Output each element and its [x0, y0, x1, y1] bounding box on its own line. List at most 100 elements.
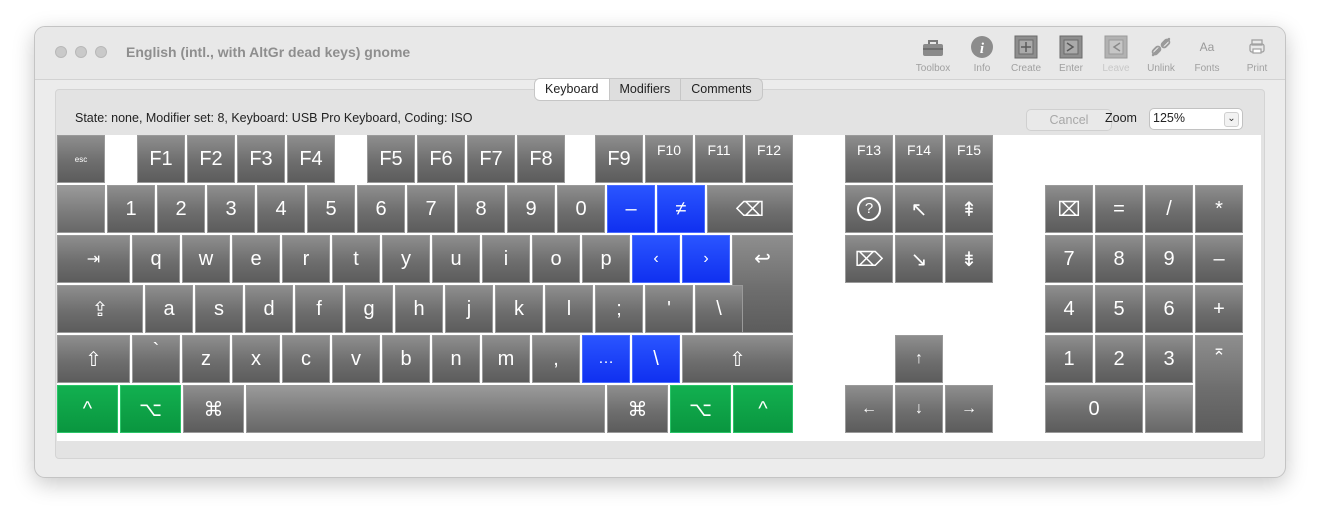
key-right-arrow[interactable]: → — [945, 385, 993, 433]
key-keypad-8[interactable]: 8 — [1095, 235, 1143, 283]
key-f6[interactable]: F6 — [417, 135, 465, 183]
key-f1[interactable]: F1 — [137, 135, 185, 183]
key-keypad-divide[interactable]: / — [1145, 185, 1193, 233]
key-down-arrow[interactable]: ↓ — [895, 385, 943, 433]
key-iso-section[interactable]: ` — [132, 335, 180, 383]
key-k[interactable]: k — [495, 285, 543, 333]
key-keypad-5[interactable]: 5 — [1095, 285, 1143, 333]
key-z[interactable]: z — [182, 335, 230, 383]
key-s[interactable]: s — [195, 285, 243, 333]
key-clear[interactable]: ⌧ — [1045, 185, 1093, 233]
key-keypad-4[interactable]: 4 — [1045, 285, 1093, 333]
key-f14[interactable]: F14 — [895, 135, 943, 183]
key-w[interactable]: w — [182, 235, 230, 283]
key-right-command[interactable]: ⌘ — [607, 385, 668, 433]
key-f[interactable]: f — [295, 285, 343, 333]
tab-comments[interactable]: Comments — [681, 79, 761, 100]
key-equal[interactable]: ≠ — [657, 185, 705, 233]
key-f8[interactable]: F8 — [517, 135, 565, 183]
key-help[interactable]: ? — [845, 185, 893, 233]
key-f10[interactable]: F10 — [645, 135, 693, 183]
key-keypad-plus[interactable]: + — [1195, 285, 1243, 333]
key-period[interactable]: … — [582, 335, 630, 383]
key-j[interactable]: j — [445, 285, 493, 333]
key-c[interactable]: c — [282, 335, 330, 383]
create-button[interactable]: Create — [1001, 35, 1051, 77]
key-keypad-enter[interactable]: ⌅ — [1195, 335, 1243, 433]
key-up-arrow[interactable]: ↑ — [895, 335, 943, 383]
key-h[interactable]: h — [395, 285, 443, 333]
info-button[interactable]: i Info — [957, 35, 1007, 77]
key-keypad-7[interactable]: 7 — [1045, 235, 1093, 283]
toolbox-button[interactable]: Toolbox — [908, 35, 958, 77]
key-f11[interactable]: F11 — [695, 135, 743, 183]
unlink-button[interactable]: Unlink — [1136, 35, 1186, 77]
key-r[interactable]: r — [282, 235, 330, 283]
key-8[interactable]: 8 — [457, 185, 505, 233]
key-b[interactable]: b — [382, 335, 430, 383]
key-i[interactable]: i — [482, 235, 530, 283]
tab-modifiers[interactable]: Modifiers — [610, 79, 682, 100]
minimize-window-button[interactable] — [75, 46, 87, 58]
key-u[interactable]: u — [432, 235, 480, 283]
key-right-option[interactable]: ⌥ — [670, 385, 731, 433]
key-keypad-minus[interactable]: – — [1195, 235, 1243, 283]
key-y[interactable]: y — [382, 235, 430, 283]
key-3[interactable]: 3 — [207, 185, 255, 233]
key-escape[interactable]: esc — [57, 135, 105, 183]
key-9[interactable]: 9 — [507, 185, 555, 233]
key-left-bracket[interactable]: ‹ — [632, 235, 680, 283]
key-space[interactable] — [246, 385, 605, 433]
key-forward-delete[interactable]: ⌦ — [845, 235, 893, 283]
key-g[interactable]: g — [345, 285, 393, 333]
key-end[interactable]: ↘ — [895, 235, 943, 283]
key-comma[interactable]: , — [532, 335, 580, 383]
key-o[interactable]: o — [532, 235, 580, 283]
leave-button[interactable]: Leave — [1091, 35, 1141, 77]
key-e[interactable]: e — [232, 235, 280, 283]
key-page-up[interactable]: ⇞ — [945, 185, 993, 233]
zoom-select[interactable]: 125% ⌄ — [1149, 108, 1243, 130]
key-backslash[interactable]: \ — [695, 285, 743, 333]
key-tab[interactable]: ⇥ — [57, 235, 130, 283]
key-2[interactable]: 2 — [157, 185, 205, 233]
key-p[interactable]: p — [582, 235, 630, 283]
key-f9[interactable]: F9 — [595, 135, 643, 183]
key-4[interactable]: 4 — [257, 185, 305, 233]
key-f7[interactable]: F7 — [467, 135, 515, 183]
key-l[interactable]: l — [545, 285, 593, 333]
zoom-window-button[interactable] — [95, 46, 107, 58]
key-keypad-6[interactable]: 6 — [1145, 285, 1193, 333]
key-keypad-multiply[interactable]: * — [1195, 185, 1243, 233]
close-window-button[interactable] — [55, 46, 67, 58]
key-f13[interactable]: F13 — [845, 135, 893, 183]
key-f2[interactable]: F2 — [187, 135, 235, 183]
key-keypad-9[interactable]: 9 — [1145, 235, 1193, 283]
key-page-down[interactable]: ⇟ — [945, 235, 993, 283]
key-q[interactable]: q — [132, 235, 180, 283]
key-5[interactable]: 5 — [307, 185, 355, 233]
key-left-control[interactable]: ^ — [57, 385, 118, 433]
key-minus[interactable]: – — [607, 185, 655, 233]
key-home[interactable]: ↖ — [895, 185, 943, 233]
key-6[interactable]: 6 — [357, 185, 405, 233]
fonts-button[interactable]: Aa Fonts — [1182, 35, 1232, 77]
key-n[interactable]: n — [432, 335, 480, 383]
key-m[interactable]: m — [482, 335, 530, 383]
tab-keyboard[interactable]: Keyboard — [535, 79, 610, 100]
key-keypad-0[interactable]: 0 — [1045, 385, 1143, 433]
key-left-shift[interactable]: ⇧ — [57, 335, 130, 383]
key-x[interactable]: x — [232, 335, 280, 383]
key-delete[interactable]: ⌫ — [707, 185, 793, 233]
key-right-shift[interactable]: ⇧ — [682, 335, 793, 383]
key-t[interactable]: t — [332, 235, 380, 283]
enter-button[interactable]: Enter — [1046, 35, 1096, 77]
print-button[interactable]: Print — [1232, 35, 1282, 77]
key-f12[interactable]: F12 — [745, 135, 793, 183]
key-0[interactable]: 0 — [557, 185, 605, 233]
key-d[interactable]: d — [245, 285, 293, 333]
key-7[interactable]: 7 — [407, 185, 455, 233]
key-right-bracket[interactable]: › — [682, 235, 730, 283]
key-semicolon[interactable]: ; — [595, 285, 643, 333]
key-left-option[interactable]: ⌥ — [120, 385, 181, 433]
